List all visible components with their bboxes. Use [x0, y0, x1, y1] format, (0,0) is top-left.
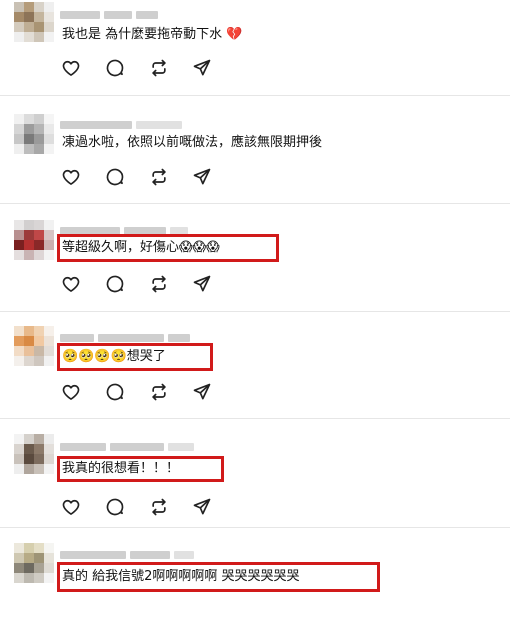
heart-icon: [61, 384, 81, 406]
repost-icon: [149, 275, 169, 298]
avatar[interactable]: [14, 434, 54, 474]
comment-icon: [105, 168, 125, 191]
comment-button[interactable]: [105, 497, 127, 519]
comment-item: 等超級久啊，好傷心😱😱😱: [0, 204, 510, 311]
share-icon: [192, 498, 212, 521]
comment-button[interactable]: [105, 167, 127, 189]
repost-icon: [149, 498, 169, 521]
share-icon: [192, 168, 212, 191]
share-button[interactable]: [192, 274, 214, 296]
heart-button[interactable]: [61, 382, 83, 404]
repost-icon: [149, 383, 169, 406]
avatar[interactable]: [14, 114, 54, 154]
comment-text: 我也是 為什麼要拖帝動下水 💔: [62, 27, 243, 42]
share-icon: [192, 59, 212, 82]
repost-icon: [149, 168, 169, 191]
repost-button[interactable]: [149, 497, 171, 519]
username-blurred[interactable]: [60, 114, 186, 129]
heart-button[interactable]: [61, 58, 83, 80]
comment-button[interactable]: [105, 382, 127, 404]
comment-button[interactable]: [105, 274, 127, 296]
username-blurred[interactable]: [60, 436, 198, 451]
repost-button[interactable]: [149, 274, 171, 296]
comment-button[interactable]: [105, 58, 127, 80]
share-button[interactable]: [192, 497, 214, 519]
heart-icon: [61, 60, 81, 82]
comment-text: 等超級久啊，好傷心😱😱😱: [62, 240, 220, 255]
repost-button[interactable]: [149, 382, 171, 404]
comment-feed: 我也是 為什麼要拖帝動下水 💔 凍過水啦，依照以前嘅做法，應該無限期押後 等超級…: [0, 0, 510, 636]
comment-text: 我真的很想看！！！: [62, 461, 180, 476]
heart-icon: [61, 499, 81, 521]
comment-icon: [105, 275, 125, 298]
avatar[interactable]: [14, 543, 54, 583]
comment-item: 凍過水啦，依照以前嘅做法，應該無限期押後: [0, 96, 510, 203]
avatar[interactable]: [14, 326, 54, 366]
repost-button[interactable]: [149, 58, 171, 80]
comment-icon: [105, 59, 125, 82]
heart-icon: [61, 169, 81, 191]
comment-item: 🥺🥺🥺🥺想哭了: [0, 312, 510, 418]
comment-item: 我真的很想看！！！: [0, 419, 510, 527]
heart-button[interactable]: [61, 274, 83, 296]
share-button[interactable]: [192, 167, 214, 189]
username-blurred[interactable]: [60, 327, 194, 342]
username-blurred[interactable]: [60, 220, 192, 235]
heart-button[interactable]: [61, 497, 83, 519]
username-blurred[interactable]: [60, 4, 162, 19]
repost-icon: [149, 59, 169, 82]
heart-button[interactable]: [61, 167, 83, 189]
comment-item: 我也是 為什麼要拖帝動下水 💔: [0, 0, 510, 95]
share-button[interactable]: [192, 58, 214, 80]
comment-text: 凍過水啦，依照以前嘅做法，應該無限期押後: [62, 135, 323, 150]
heart-icon: [61, 276, 81, 298]
share-icon: [192, 383, 212, 406]
avatar[interactable]: [14, 2, 54, 42]
comment-icon: [105, 498, 125, 521]
repost-button[interactable]: [149, 167, 171, 189]
avatar[interactable]: [14, 220, 54, 260]
share-button[interactable]: [192, 382, 214, 404]
comment-text: 🥺🥺🥺🥺想哭了: [62, 349, 166, 364]
share-icon: [192, 275, 212, 298]
username-blurred[interactable]: [60, 544, 198, 559]
comment-icon: [105, 383, 125, 406]
comment-text: 真的 給我信號2啊啊啊啊啊 哭哭哭哭哭哭: [62, 569, 300, 584]
comment-item: 真的 給我信號2啊啊啊啊啊 哭哭哭哭哭哭: [0, 528, 510, 636]
